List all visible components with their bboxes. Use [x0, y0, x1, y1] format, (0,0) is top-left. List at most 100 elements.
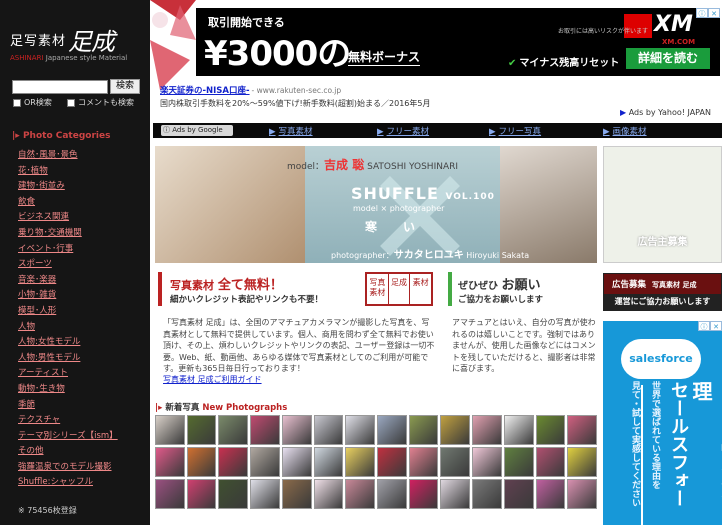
sidebar-category-item[interactable]: その他 [18, 444, 118, 460]
request-title: ぜひぜひ お願い [458, 278, 541, 293]
sidebar-category-item[interactable]: 人物:男性モデル [18, 351, 118, 367]
photo-thumbnail[interactable] [408, 479, 439, 509]
or-search-checkbox[interactable]: OR検索 [13, 97, 52, 108]
sidebar-category-item[interactable]: 小物･雑貨 [18, 288, 118, 304]
search-button[interactable]: 検索 [110, 79, 140, 94]
photo-thumbnail[interactable] [535, 479, 566, 509]
categories-heading: |▸ Photo Categories [12, 131, 111, 141]
usage-guide-link[interactable]: 写真素材 足成ご利用ガイド [163, 374, 262, 385]
sidebar-category-item[interactable]: 人物 [18, 320, 118, 336]
hero-photographer: photographer：サカタヒロユキ Hiroyuki Sakata [331, 250, 530, 261]
photo-thumbnail[interactable] [440, 415, 471, 445]
photo-count: ※ 75456枚登録 [18, 506, 77, 515]
sidebar-category-item[interactable]: 動物･生き物 [18, 382, 118, 398]
photo-thumbnail[interactable] [535, 415, 566, 445]
photo-thumbnail[interactable] [345, 447, 375, 477]
photo-thumbnail[interactable] [503, 479, 534, 509]
photo-thumbnail[interactable] [503, 415, 534, 445]
hero-series: SHUFFLE VOL.100 [351, 184, 495, 203]
nav-link-4[interactable]: ▶ 画像素材 [603, 125, 647, 137]
sidebar-category-item[interactable]: 人物:女性モデル [18, 335, 118, 351]
photo-thumbnail[interactable] [281, 479, 312, 509]
sidebar-category-item[interactable]: アーティスト [18, 366, 118, 382]
sidebar-category-item[interactable]: 自然･風景･景色 [18, 148, 118, 164]
salesforce-ad[interactable]: salesforce CRM【顧客管理 セールスフォー 世界で選ばれている理由を… [603, 321, 722, 525]
site-logo[interactable]: 足写素材 足成 ASHINARI Japanese style Material [6, 22, 146, 66]
new-photos-grid [155, 415, 597, 510]
search-input[interactable] [12, 80, 108, 94]
photo-thumbnail[interactable] [440, 447, 471, 477]
photo-thumbnail[interactable] [376, 415, 407, 445]
sidebar-category-item[interactable]: 花･植物 [18, 164, 118, 180]
photo-thumbnail[interactable] [186, 479, 217, 509]
sidebar-category-item[interactable]: テクスチャ [18, 413, 118, 429]
photo-thumbnail[interactable] [472, 479, 502, 509]
shuffle-hero-banner[interactable]: model：吉成 聡 SATOSHI YOSHINARI SHUFFLE VOL… [155, 146, 597, 263]
photo-thumbnail[interactable] [250, 479, 280, 509]
photo-thumbnail[interactable] [345, 415, 375, 445]
photo-thumbnail[interactable] [281, 447, 312, 477]
yahoo-ads-label[interactable]: ▶ Ads by Yahoo! JAPAN [620, 108, 711, 117]
photo-thumbnail[interactable] [472, 415, 502, 445]
photo-thumbnail[interactable] [155, 415, 185, 445]
nav-link-1[interactable]: ▶ 写真素材 [269, 125, 313, 137]
photo-thumbnail[interactable] [313, 415, 344, 445]
nav-link-3[interactable]: ▶ フリー写真 [489, 125, 541, 137]
sidebar-category-item[interactable]: 乗り物･交通機関 [18, 226, 118, 242]
sidebar-category-item[interactable]: 音楽･楽器 [18, 273, 118, 289]
photo-thumbnail[interactable] [408, 447, 439, 477]
photo-thumbnail[interactable] [250, 415, 280, 445]
photo-thumbnail[interactable] [376, 479, 407, 509]
photo-thumbnail[interactable] [345, 479, 375, 509]
sidebar-category-item[interactable]: 建物･街並み [18, 179, 118, 195]
sidebar-category-item[interactable]: イベント･行事 [18, 242, 118, 258]
sidebar-category-item[interactable]: テーマ別シリーズ【ism】 [18, 429, 118, 445]
photo-thumbnail[interactable] [186, 447, 217, 477]
bracket-icon: |▸ [12, 131, 20, 141]
checkbox-icon [13, 98, 21, 107]
photo-thumbnail[interactable] [186, 415, 217, 445]
side-ad-placeholder[interactable]: 広告主募集 [603, 146, 722, 263]
sidebar: 足写素材 足成 ASHINARI Japanese style Material… [0, 0, 150, 525]
comment-search-checkbox[interactable]: コメントも検索 [67, 97, 134, 108]
sidebar-category-item[interactable]: ビジネス関連 [18, 210, 118, 226]
banner-risk: お取引には高いリスクが伴います [558, 28, 649, 35]
close-icon[interactable]: ✕ [708, 8, 720, 18]
photo-thumbnail[interactable] [218, 415, 249, 445]
top-banner-ad[interactable]: 取引開始できる ¥3000の 無料ボーナス XM XM.COM お取引には高いリ… [196, 8, 720, 76]
photo-thumbnail[interactable] [155, 447, 185, 477]
photo-thumbnail[interactable] [567, 447, 597, 477]
photo-thumbnail[interactable] [250, 447, 280, 477]
photo-thumbnail[interactable] [218, 479, 249, 509]
sidebar-category-item[interactable]: 季節 [18, 398, 118, 414]
photo-thumbnail[interactable] [218, 447, 249, 477]
photo-thumbnail[interactable] [503, 447, 534, 477]
photo-thumbnail[interactable] [155, 479, 185, 509]
banner-cta-button[interactable]: 詳細を読む [626, 48, 710, 69]
photo-thumbnail[interactable] [281, 415, 312, 445]
sidebar-category-item[interactable]: Shuffle:シャッフル [18, 475, 118, 491]
sidebar-category-item[interactable]: スポーツ [18, 257, 118, 273]
triangle-icon: ▶ [377, 127, 384, 137]
text-ad-title[interactable]: 楽天証券の-NISA口座- [160, 86, 250, 96]
nav-link-2[interactable]: ▶ フリー素材 [377, 125, 429, 137]
sidebar-category-item[interactable]: 飲食 [18, 195, 118, 211]
photo-thumbnail[interactable] [567, 479, 597, 509]
close-icon[interactable]: ✕ [710, 321, 722, 331]
ad-choices-icon[interactable]: ⓘ [698, 321, 710, 331]
photo-thumbnail[interactable] [567, 415, 597, 445]
photo-thumbnail[interactable] [472, 447, 502, 477]
photo-thumbnail[interactable] [535, 447, 566, 477]
photo-thumbnail[interactable] [440, 479, 471, 509]
photo-thumbnail[interactable] [313, 447, 344, 477]
photo-thumbnail[interactable] [408, 415, 439, 445]
sidebar-category-item[interactable]: 強羅温泉でのモデル撮影 [18, 460, 118, 476]
photo-thumbnail[interactable] [313, 479, 344, 509]
text-ad: 楽天証券の-NISA口座- - www.rakuten-sec.co.jp 国内株… [160, 84, 460, 109]
ad-choices-icon[interactable]: ⓘ [696, 8, 708, 18]
new-photos-heading: |▸ 新着写真 New Photographs [155, 403, 288, 413]
ad-recruit-banner[interactable]: 広告募集 写真素材 足成 運営にご協力お願いします [603, 273, 722, 311]
sidebar-category-item[interactable]: 模型･人形 [18, 304, 118, 320]
photo-thumbnail[interactable] [376, 447, 407, 477]
ads-by-google-button[interactable]: ⓘ Ads by Google [161, 125, 233, 136]
